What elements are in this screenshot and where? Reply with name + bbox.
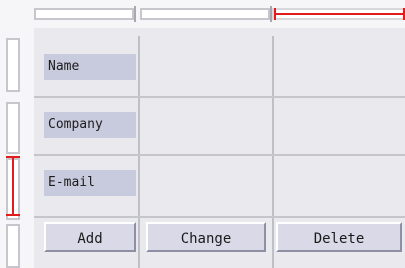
grid-row-line-1 <box>34 96 405 98</box>
row-span-indicator <box>6 156 20 216</box>
layout-designer-canvas: Name Company E-mail Add Change Delete <box>0 0 405 268</box>
add-button[interactable]: Add <box>44 222 136 252</box>
email-label: E-mail <box>44 170 136 196</box>
row-span-line <box>12 156 14 216</box>
change-button[interactable]: Change <box>146 222 266 252</box>
delete-button[interactable]: Delete <box>276 222 402 252</box>
row-span-top-cap <box>6 156 20 158</box>
name-label: Name <box>44 54 136 80</box>
row-ruler-cell-1[interactable] <box>6 38 20 92</box>
grid-row-line-2 <box>34 154 405 156</box>
left-ruler <box>0 28 36 268</box>
form-grid-panel: Name Company E-mail Add Change Delete <box>34 28 405 268</box>
row-span-bottom-cap <box>6 214 20 216</box>
column-span-indicator <box>272 8 405 20</box>
column-divider-1[interactable] <box>134 6 136 22</box>
grid-row-line-3 <box>34 216 405 218</box>
company-label: Company <box>44 112 136 138</box>
column-span-left-cap <box>274 8 276 20</box>
column-ruler-cell-2[interactable] <box>140 8 270 20</box>
column-ruler-cell-1[interactable] <box>34 8 134 20</box>
grid-column-line-2 <box>272 36 274 268</box>
row-ruler-cell-2[interactable] <box>6 102 20 154</box>
row-ruler-cell-4[interactable] <box>6 224 20 268</box>
column-span-line <box>274 13 405 15</box>
grid-column-line-1 <box>138 36 140 268</box>
top-ruler <box>0 0 405 30</box>
